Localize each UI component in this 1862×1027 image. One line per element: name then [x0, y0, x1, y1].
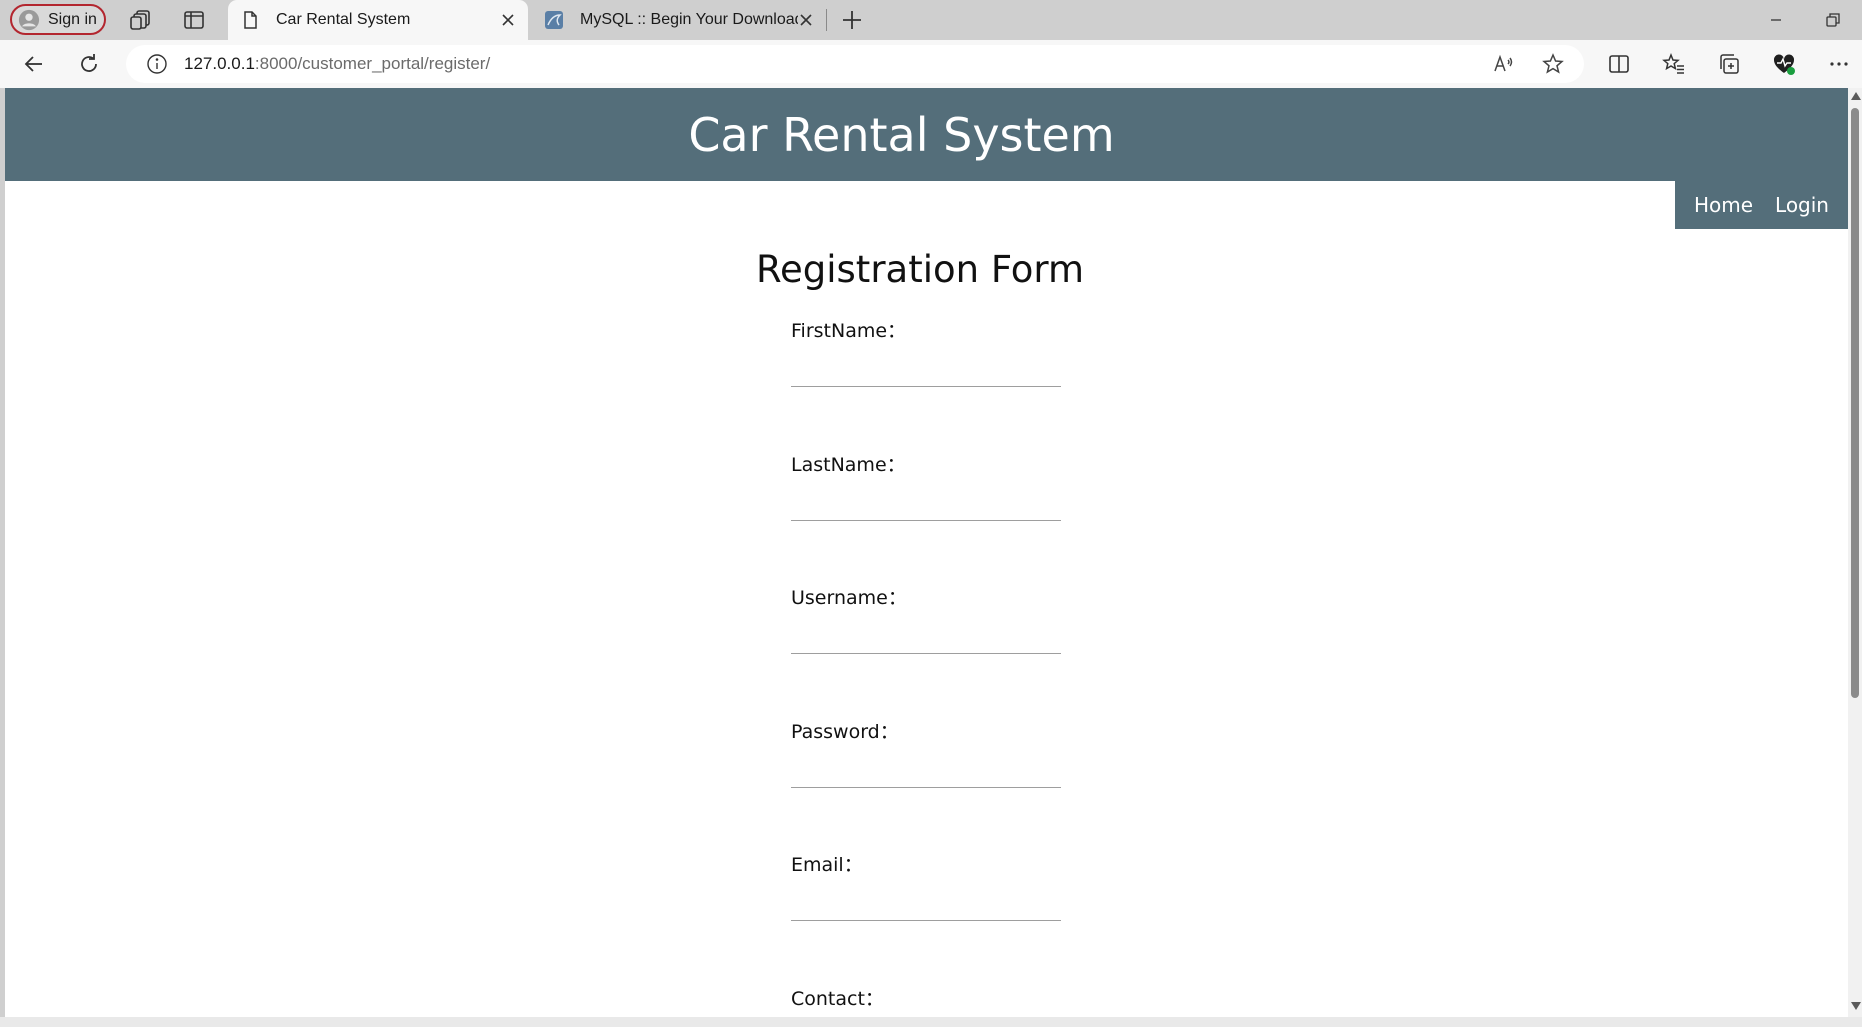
- username-input[interactable]: [791, 624, 1061, 654]
- tab-mysql-download[interactable]: MySQL :: Begin Your Download: [532, 0, 826, 40]
- favorite-star-icon[interactable]: [1541, 52, 1565, 76]
- contact-label: Contact：: [791, 988, 884, 1010]
- firstname-field: FirstName：: [791, 316, 1061, 387]
- address-bar[interactable]: 127.0.0.1:8000/customer_portal/register/: [126, 45, 1584, 83]
- firstname-input[interactable]: [791, 357, 1061, 387]
- split-screen-icon[interactable]: [1607, 52, 1631, 76]
- url-text: 127.0.0.1:8000/customer_portal/register/: [184, 54, 490, 74]
- profile-avatar-icon: [18, 9, 40, 30]
- form-title: Registration Form: [755, 248, 1085, 291]
- close-tab-icon[interactable]: [500, 12, 516, 28]
- window-bottom-edge: [0, 1017, 1862, 1027]
- page-viewport: Car Rental System Home Login Registratio…: [5, 88, 1848, 1017]
- firstname-label: FirstName：: [791, 320, 907, 342]
- collections-icon[interactable]: [1717, 52, 1741, 76]
- password-label: Password：: [791, 721, 899, 743]
- username-field: Username：: [791, 583, 1061, 654]
- email-field: Email：: [791, 850, 1061, 921]
- new-tab-icon[interactable]: [840, 8, 864, 32]
- restore-window-icon[interactable]: [1823, 10, 1843, 30]
- site-title: Car Rental System: [688, 107, 1115, 162]
- scrollbar-thumb[interactable]: [1851, 108, 1859, 698]
- password-field: Password：: [791, 717, 1061, 788]
- minimize-icon[interactable]: [1766, 10, 1786, 30]
- more-options-icon[interactable]: [1827, 52, 1851, 76]
- browser-toolbar: 127.0.0.1:8000/customer_portal/register/: [0, 40, 1862, 88]
- scroll-down-arrow-icon[interactable]: [1851, 1002, 1861, 1010]
- tab-title: Car Rental System: [276, 11, 411, 28]
- password-input[interactable]: [791, 758, 1061, 788]
- sign-in-label: Sign in: [48, 10, 97, 28]
- workspaces-icon[interactable]: [129, 8, 153, 32]
- site-header: Car Rental System: [5, 88, 1848, 181]
- site-info-icon[interactable]: [146, 53, 168, 75]
- lastname-field: LastName：: [791, 450, 1061, 521]
- page-icon: [244, 11, 257, 29]
- lastname-label: LastName：: [791, 454, 906, 476]
- nav-home-link[interactable]: Home: [1683, 193, 1764, 217]
- contact-field: Contact：: [791, 984, 1061, 1017]
- site-nav: Home Login: [1674, 181, 1848, 229]
- tab-car-rental-system[interactable]: Car Rental System: [228, 0, 528, 40]
- page-scrollbar[interactable]: [1848, 88, 1862, 1017]
- sign-in-button[interactable]: Sign in: [10, 4, 106, 35]
- tab-title: MySQL :: Begin Your Download: [580, 11, 798, 28]
- back-icon[interactable]: [22, 52, 46, 76]
- read-aloud-icon[interactable]: [1492, 52, 1516, 76]
- tab-actions-icon[interactable]: [182, 8, 206, 32]
- scroll-up-arrow-icon[interactable]: [1851, 92, 1861, 100]
- refresh-icon[interactable]: [77, 52, 101, 76]
- username-label: Username：: [791, 587, 907, 609]
- email-label: Email：: [791, 854, 863, 876]
- url-host: 127.0.0.1: [184, 54, 255, 73]
- mysql-favicon-icon: [545, 11, 563, 29]
- tab-separator: [826, 9, 827, 31]
- browser-essentials-icon[interactable]: [1772, 52, 1796, 76]
- browser-tab-strip: Sign in Car Rental System MySQL :: Begin…: [0, 0, 1862, 40]
- lastname-input[interactable]: [791, 491, 1061, 521]
- nav-login-link[interactable]: Login: [1764, 193, 1840, 217]
- favorites-icon[interactable]: [1662, 52, 1686, 76]
- url-path: :8000/customer_portal/register/: [254, 54, 491, 73]
- email-input[interactable]: [791, 891, 1061, 921]
- close-tab-icon[interactable]: [798, 12, 814, 28]
